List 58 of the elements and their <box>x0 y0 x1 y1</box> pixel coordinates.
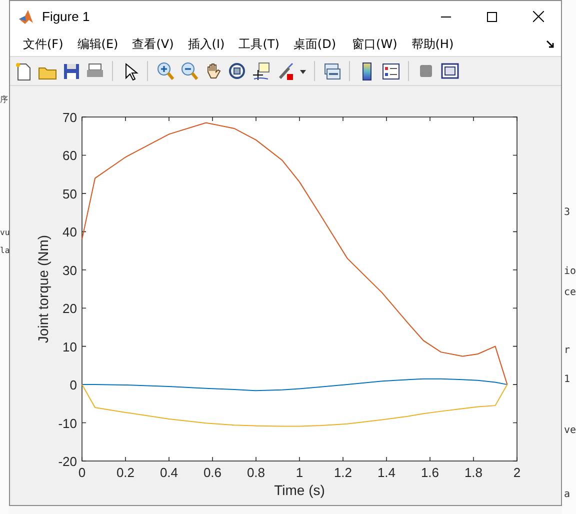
x-tick-label: 2 <box>513 465 521 480</box>
menu-item[interactable]: 插入(I) <box>180 33 232 55</box>
data-cursor-icon <box>251 61 271 81</box>
maximize-icon <box>487 12 497 22</box>
y-tick-label: 40 <box>62 224 77 240</box>
y-tick-label: 70 <box>62 110 77 125</box>
y-tick-label: 20 <box>62 301 77 316</box>
background-text: ve <box>564 426 576 436</box>
y-axis-label: Joint torque (Nm) <box>35 234 51 344</box>
background-text: 序 <box>0 96 8 104</box>
y-tick-label: -20 <box>58 454 77 469</box>
x-tick-label: 1.4 <box>377 465 396 480</box>
legend-icon <box>381 61 401 81</box>
background-text: io <box>564 267 576 277</box>
y-tick-label: 30 <box>62 262 77 278</box>
dock-arrow-icon[interactable] <box>546 40 555 48</box>
toolbar-button[interactable] <box>250 60 272 82</box>
x-tick-label: 0.8 <box>246 465 266 480</box>
background-text: 3 <box>564 208 570 218</box>
menu-item[interactable]: 文件(F) <box>16 33 70 55</box>
menu-item[interactable]: 帮助(H) <box>404 33 461 55</box>
new-file-icon <box>13 61 33 81</box>
x-tick-label: 1.8 <box>464 465 483 480</box>
x-tick-label: 1.6 <box>420 465 440 480</box>
close-icon <box>532 11 544 22</box>
y-tick-label: 60 <box>62 148 77 164</box>
background-text: la <box>0 247 10 255</box>
zoom-out-icon <box>179 61 199 81</box>
menu-item[interactable]: 编辑(E) <box>70 33 126 55</box>
app-logo-icon <box>18 8 34 24</box>
y-tick-label: -10 <box>58 416 77 431</box>
background-text: vu <box>0 229 10 237</box>
window-title: Figure 1 <box>42 9 91 24</box>
save-icon <box>61 61 81 81</box>
zoom-in-icon <box>155 61 175 81</box>
y-tick-label: 50 <box>62 186 77 202</box>
x-tick-label: 1.2 <box>334 465 352 480</box>
y-tick-label: 0 <box>70 378 77 393</box>
rotate-icon <box>227 61 247 81</box>
menu-item[interactable]: 查看(V) <box>125 33 181 55</box>
background-text: r <box>564 346 570 356</box>
x-tick-label: 0 <box>78 465 86 480</box>
background-text: 1 <box>564 375 570 385</box>
y-tick-label: 10 <box>62 339 77 354</box>
x-tick-label: 0.6 <box>203 465 222 480</box>
x-tick-label: 0.4 <box>160 465 178 480</box>
x-tick-label: 0.2 <box>116 465 135 480</box>
x-axis-label: Time (s) <box>274 482 325 498</box>
caret-icon <box>299 67 307 75</box>
frame-icon <box>440 61 460 81</box>
menu-item[interactable]: 工具(T) <box>232 33 286 55</box>
link-icon <box>322 61 342 81</box>
background-text: a <box>564 490 570 500</box>
x-tick-label: 1 <box>296 465 304 480</box>
background-text: ce <box>564 288 576 298</box>
menu-item[interactable]: 窗口(W) <box>345 33 404 55</box>
menu-item[interactable]: 桌面(D) <box>286 33 344 55</box>
toolbar-button[interactable] <box>226 60 248 82</box>
